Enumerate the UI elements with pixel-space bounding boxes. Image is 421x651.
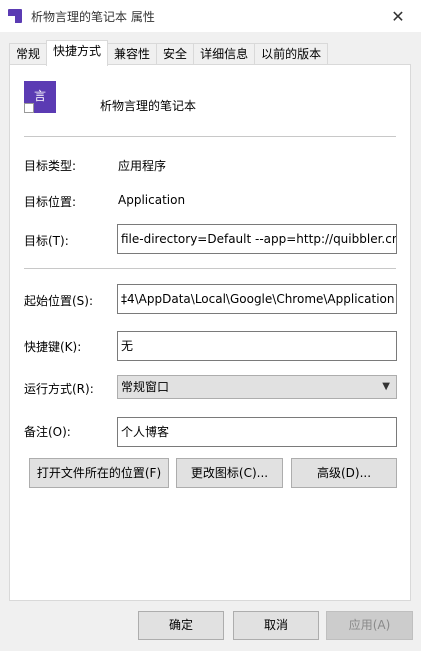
- app-icon: [8, 9, 22, 23]
- tab-compatibility[interactable]: 兼容性: [107, 43, 158, 65]
- cancel-button[interactable]: 取消: [233, 611, 319, 640]
- app-name: 析物言理的笔记本: [100, 99, 197, 113]
- chevron-down-icon: ▼: [382, 381, 390, 392]
- target-type-label: 目标类型:: [24, 159, 77, 173]
- target-type-value: 应用程序: [118, 159, 167, 173]
- apply-button[interactable]: 应用(A): [326, 611, 413, 640]
- target-location-label: 目标位置:: [24, 195, 77, 209]
- shortcut-key-label: 快捷键(K):: [24, 340, 82, 354]
- open-file-location-button[interactable]: 打开文件所在的位置(F): [29, 458, 169, 488]
- advanced-button[interactable]: 高级(D)...: [291, 458, 397, 488]
- app-icon-glyph: 言: [34, 89, 47, 103]
- target-label: 目标(T):: [24, 234, 69, 248]
- separator: [24, 136, 396, 137]
- tab-shortcut[interactable]: 快捷方式: [46, 40, 109, 66]
- shortcut-key-field[interactable]: 无: [117, 331, 397, 361]
- tab-security[interactable]: 安全: [156, 43, 195, 65]
- comment-label: 备注(O):: [24, 425, 71, 439]
- app-large-icon: 言: [24, 81, 56, 113]
- tab-strip: 常规 快捷方式 兼容性 安全 详细信息 以前的版本: [9, 40, 329, 66]
- close-button[interactable]: ✕: [375, 0, 421, 32]
- close-icon: ✕: [391, 6, 405, 26]
- separator: [24, 268, 396, 269]
- run-select[interactable]: 常规窗口 ▼: [117, 375, 397, 399]
- run-select-value: 常规窗口: [121, 380, 170, 394]
- start-in-field[interactable]: ‡4\AppData\Local\Google\Chrome\Applicati…: [117, 284, 397, 314]
- change-icon-button[interactable]: 更改图标(C)...: [176, 458, 283, 488]
- ok-button[interactable]: 确定: [138, 611, 224, 640]
- title-bar: 析物言理的笔记本 属性 ✕: [0, 0, 421, 32]
- comment-field[interactable]: 个人博客: [117, 417, 397, 447]
- tab-general[interactable]: 常规: [9, 43, 48, 65]
- shortcut-arrow-icon: [24, 103, 34, 113]
- run-label: 运行方式(R):: [24, 382, 94, 396]
- start-in-label: 起始位置(S):: [24, 294, 94, 308]
- tab-details[interactable]: 详细信息: [193, 43, 256, 65]
- shortcut-panel: 言 析物言理的笔记本 目标类型: 应用程序 目标位置: Application …: [9, 64, 411, 601]
- target-location-value: Application: [118, 193, 186, 207]
- window-title: 析物言理的笔记本 属性: [31, 10, 155, 24]
- target-field[interactable]: file-directory=Default --app=http://quib…: [117, 224, 397, 254]
- tab-previous-versions[interactable]: 以前的版本: [254, 43, 329, 65]
